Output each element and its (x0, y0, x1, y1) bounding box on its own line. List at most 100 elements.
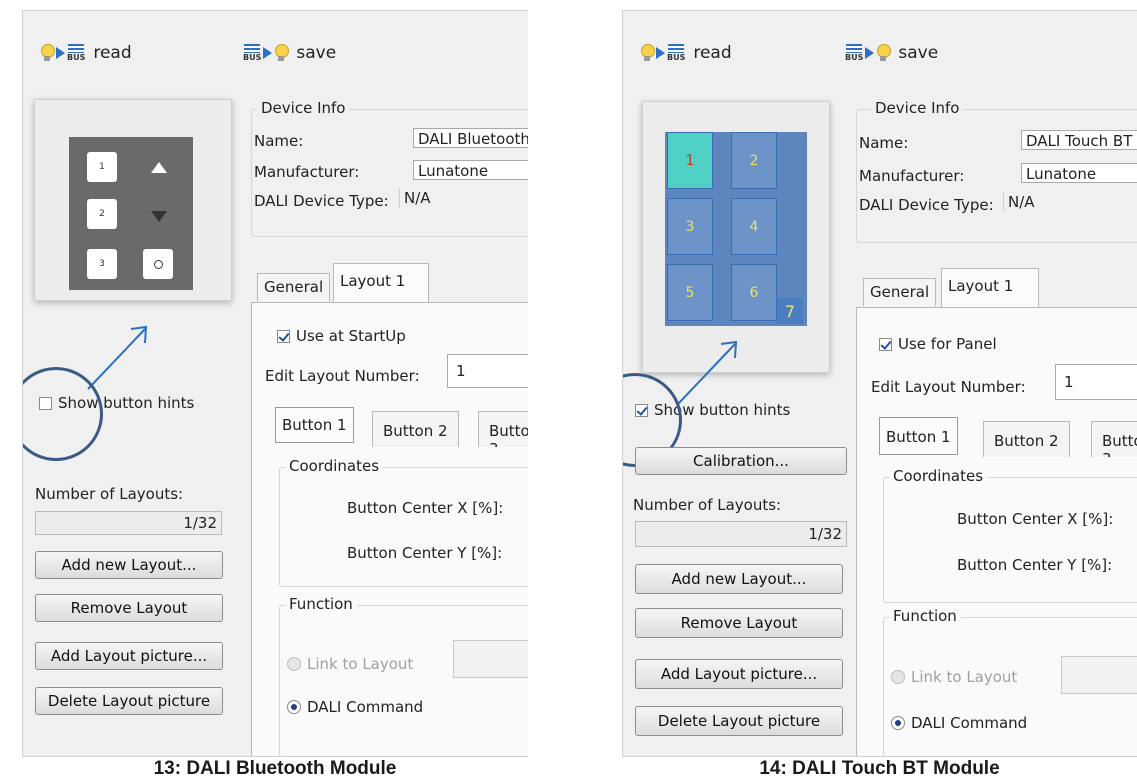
save-to-bus-icon: BUS (243, 44, 290, 62)
power-icon (153, 259, 163, 269)
dali-command-radio-row[interactable]: DALI Command (891, 714, 1027, 732)
link-to-layout-radio[interactable] (891, 670, 905, 684)
coordinates-title: Coordinates (285, 457, 384, 475)
dali-command-radio-row[interactable]: DALI Command (287, 698, 423, 716)
use-for-panel-checkbox[interactable] (879, 337, 892, 351)
keypad-button-2[interactable]: 2 (87, 199, 117, 229)
power-button[interactable] (143, 249, 173, 279)
manufacturer-label: Manufacturer: (859, 167, 965, 185)
edit-layout-label: Edit Layout Number: (871, 378, 1026, 396)
coordinates-title: Coordinates (889, 467, 988, 485)
center-y-label: Button Center Y [%]: (957, 556, 1113, 574)
save-to-bus-icon: BUS (845, 44, 892, 62)
save-label: save (898, 43, 939, 63)
touch-button-4[interactable]: 4 (731, 198, 777, 255)
use-for-panel-checkbox-row[interactable]: Use for Panel (879, 335, 997, 353)
center-y-label: Button Center Y [%]: (347, 544, 503, 562)
read-from-bus-icon: BUS (40, 44, 85, 62)
link-to-layout-field[interactable] (1061, 656, 1137, 694)
link-to-layout-label: Link to Layout (911, 668, 1018, 686)
tab-button-3[interactable]: Button 3 (478, 411, 528, 447)
link-to-layout-radio[interactable] (287, 657, 301, 671)
startup-label: Use at StartUp (296, 327, 406, 345)
layouts-count-label: Number of Layouts: (35, 485, 184, 503)
tab-button-3[interactable]: Button 3 (1091, 421, 1137, 457)
touch-button-3[interactable]: 3 (667, 198, 713, 255)
tab-layout-1[interactable]: Layout 1 (333, 263, 429, 303)
save-button[interactable]: BUS save (243, 43, 336, 63)
annotation-arrow (87, 325, 148, 390)
name-label: Name: (254, 132, 304, 150)
touch-button-6[interactable]: 6 (731, 264, 777, 321)
device-type-field: N/A (399, 188, 528, 208)
remove-layout-button[interactable]: Remove Layout (35, 594, 223, 622)
device-type-label: DALI Device Type: (254, 192, 389, 210)
edit-layout-field[interactable]: 1 (447, 354, 528, 388)
save-label: save (296, 43, 337, 63)
link-to-layout-label: Link to Layout (307, 655, 414, 673)
touch-button-7[interactable]: 7 (777, 298, 803, 324)
touch-button-2[interactable]: 2 (731, 132, 777, 189)
tab-button-2[interactable]: Button 2 (372, 411, 459, 447)
function-title: Function (285, 595, 357, 613)
function-group (279, 605, 528, 756)
manufacturer-field[interactable]: Lunatone (1021, 163, 1137, 183)
dali-command-label: DALI Command (307, 698, 424, 716)
name-field[interactable]: DALI Touch BT Module (1021, 130, 1137, 150)
tab-layout-1[interactable]: Layout 1 (941, 268, 1039, 308)
device-info-title: Device Info (871, 99, 964, 117)
read-label: read (93, 43, 132, 63)
startup-checkbox[interactable] (277, 329, 290, 343)
keypad-button-3[interactable]: 3 (87, 249, 117, 279)
tab-general[interactable]: General (863, 278, 937, 306)
add-layout-picture-button[interactable]: Add Layout picture... (35, 642, 223, 670)
name-field[interactable]: DALI Bluetooth Module (413, 128, 528, 148)
manufacturer-field[interactable]: Lunatone (413, 160, 528, 180)
down-arrow-icon[interactable] (151, 211, 167, 222)
manufacturer-label: Manufacturer: (254, 163, 360, 181)
center-x-label: Button Center X [%]: (957, 510, 1114, 528)
layouts-count-value: 1/32 (635, 521, 847, 547)
device-info-title: Device Info (257, 99, 350, 117)
layouts-count-value: 1/32 (35, 511, 222, 535)
coordinates-group (279, 467, 528, 587)
app-window: BUS read BUS save 1 2 3 Show button hint… (22, 10, 528, 757)
read-from-bus-icon: BUS (640, 44, 685, 62)
add-new-layout-button[interactable]: Add new Layout... (635, 564, 843, 594)
dali-command-radio[interactable] (891, 716, 905, 730)
panel-bluetooth-module: BUS read BUS save 1 2 3 Show button hint… (22, 0, 528, 782)
tab-button-1[interactable]: Button 1 (879, 417, 958, 455)
read-button[interactable]: BUS read (640, 43, 732, 63)
device-preview: 1 2 3 4 5 6 7 (642, 101, 830, 373)
add-new-layout-button[interactable]: Add new Layout... (35, 551, 223, 579)
up-arrow-icon[interactable] (151, 162, 167, 173)
calibration-button[interactable]: Calibration... (635, 447, 847, 475)
device-type-label: DALI Device Type: (859, 196, 994, 214)
link-to-layout-radio-row[interactable]: Link to Layout (287, 655, 413, 673)
link-to-layout-radio-row[interactable]: Link to Layout (891, 668, 1017, 686)
panel-touch-bt-module: BUS read BUS save 1 2 3 4 5 6 7 Show but… (622, 0, 1137, 782)
touch-button-1[interactable]: 1 (667, 132, 713, 189)
delete-layout-picture-button[interactable]: Delete Layout picture (35, 687, 223, 715)
device-type-field: N/A (1003, 192, 1137, 212)
coordinates-group (883, 477, 1137, 603)
startup-checkbox-row[interactable]: Use at StartUp (277, 327, 406, 345)
edit-layout-field[interactable]: 1 (1055, 364, 1137, 400)
delete-layout-picture-button[interactable]: Delete Layout picture (635, 706, 843, 736)
add-layout-picture-button[interactable]: Add Layout picture... (635, 659, 843, 689)
edit-layout-label: Edit Layout Number: (265, 367, 420, 385)
link-to-layout-field[interactable] (453, 640, 528, 678)
tab-general[interactable]: General (257, 273, 331, 301)
read-button[interactable]: BUS read (40, 43, 132, 63)
tab-button-1[interactable]: Button 1 (275, 407, 354, 443)
save-button[interactable]: BUS save (845, 43, 938, 63)
annotation-arrow (677, 340, 738, 405)
center-x-label: Button Center X [%]: (347, 499, 504, 517)
remove-layout-button[interactable]: Remove Layout (635, 608, 843, 638)
keypad-panel: 1 2 3 (69, 137, 193, 290)
keypad-button-1[interactable]: 1 (87, 152, 117, 182)
touch-button-5[interactable]: 5 (667, 264, 713, 321)
read-label: read (693, 43, 732, 63)
tab-button-2[interactable]: Button 2 (983, 421, 1070, 457)
dali-command-radio[interactable] (287, 700, 301, 714)
